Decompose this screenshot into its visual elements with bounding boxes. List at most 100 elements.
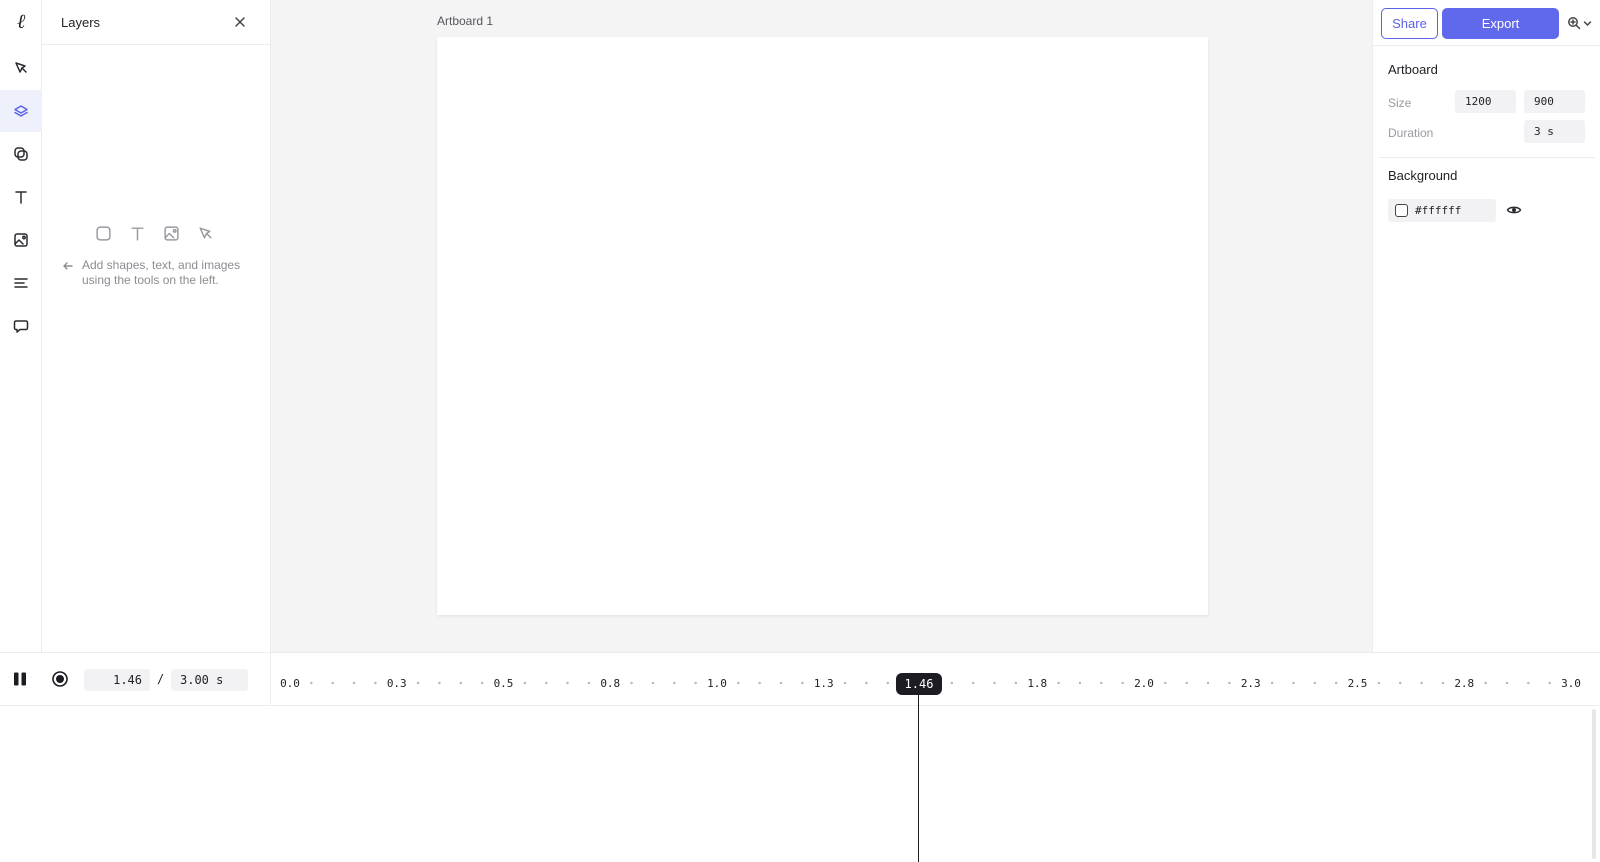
close-icon [235, 17, 245, 27]
layers-panel-header: Layers [42, 0, 271, 45]
zoom-menu-button[interactable] [1567, 14, 1595, 32]
ruler-minor-tick [1484, 681, 1487, 685]
ruler-minor-tick [1313, 681, 1317, 685]
ruler-minor-tick [886, 681, 889, 685]
ruler-minor-tick [1228, 681, 1231, 685]
zoom-in-icon [1568, 17, 1581, 30]
ruler-minor-tick [310, 681, 313, 685]
ruler-tick-label: 1.3 [814, 677, 834, 690]
ruler-minor-tick [843, 681, 847, 685]
ruler-minor-tick [352, 681, 356, 685]
artboard-section-title: Artboard [1388, 62, 1438, 77]
ruler-minor-tick [459, 681, 462, 685]
ruler-minor-tick [1420, 681, 1423, 685]
comment-tool-button[interactable] [0, 305, 42, 347]
ruler-tick-label: 0.5 [494, 677, 514, 690]
align-tool-button[interactable] [0, 262, 42, 304]
timeline: 1.46 / 3.00 s 0.00.30.50.81.01.31.51.82.… [0, 652, 1600, 862]
pause-button[interactable] [12, 671, 28, 687]
ruler-minor-tick [865, 681, 868, 685]
ruler-minor-tick [545, 681, 548, 685]
ruler-minor-tick [1078, 681, 1082, 685]
ruler-minor-tick [737, 681, 740, 685]
ruler-minor-tick [1014, 681, 1018, 685]
record-button[interactable] [51, 670, 69, 688]
artboard[interactable] [437, 37, 1208, 615]
ruler-tick-label: 0.8 [600, 677, 620, 690]
shapes-tool-button[interactable] [0, 133, 42, 175]
ruler-minor-tick [1505, 681, 1509, 685]
image-icon [162, 224, 180, 242]
ruler-minor-tick [694, 681, 697, 685]
arrow-left-icon [62, 259, 74, 271]
ruler-minor-tick [1121, 681, 1124, 685]
ruler-tick-label: 2.0 [1134, 677, 1154, 690]
ruler-minor-tick [758, 681, 761, 685]
app-logo[interactable]: ℓ [0, 6, 42, 36]
text-icon [128, 224, 146, 242]
playback-controls: 1.46 / 3.00 s [0, 653, 271, 706]
ruler-minor-tick [1206, 681, 1210, 685]
ruler-tick-label: 2.3 [1241, 677, 1261, 690]
export-button[interactable]: Export [1442, 8, 1559, 39]
ruler-minor-tick [673, 681, 676, 685]
ruler-tick-label: 1.0 [707, 677, 727, 690]
ruler-minor-tick [587, 681, 591, 685]
duration-field[interactable]: 3 s [1524, 120, 1585, 143]
background-color-swatch[interactable] [1395, 204, 1408, 217]
size-label: Size [1388, 96, 1412, 110]
pen-icon [196, 224, 214, 242]
ruler-minor-tick [972, 681, 975, 685]
ruler-minor-tick [651, 681, 655, 685]
time-separator: / [157, 672, 165, 686]
comment-icon [13, 320, 29, 333]
align-left-icon [14, 278, 28, 288]
ruler-minor-tick [331, 681, 334, 685]
current-time-field[interactable]: 1.46 [84, 669, 150, 691]
ruler-minor-tick [1548, 681, 1551, 685]
playhead-line [918, 695, 919, 862]
ruler-minor-tick [480, 681, 484, 685]
height-field[interactable]: 900 [1524, 90, 1585, 113]
ruler-minor-tick [523, 681, 527, 685]
ruler-minor-tick [438, 681, 441, 685]
rectangle-icon [94, 224, 112, 242]
canvas-stage[interactable]: Artboard 1 [271, 0, 1372, 652]
close-layers-button[interactable] [231, 13, 249, 31]
visibility-toggle[interactable] [1506, 202, 1522, 218]
text-tool-button[interactable] [0, 176, 42, 218]
duration-label: Duration [1388, 126, 1434, 140]
pen-icon [15, 62, 27, 73]
ruler-minor-tick [779, 681, 783, 685]
inspector-panel: Share Export Artboard Size 1200 900 Dura… [1372, 0, 1600, 652]
ruler-tick-label: 1.8 [1027, 677, 1047, 690]
ruler-minor-tick [630, 681, 633, 685]
app-root: ℓ Layers Add shapes, text, and images us… [0, 0, 1600, 862]
share-button[interactable]: Share [1381, 8, 1438, 39]
playhead-handle[interactable]: 1.46 [896, 673, 942, 695]
ruler-minor-tick [1100, 681, 1103, 685]
ruler-tick-label: 0.3 [387, 677, 407, 690]
eye-icon [1506, 206, 1522, 214]
width-field[interactable]: 1200 [1455, 90, 1516, 113]
pen-tool-button[interactable] [0, 47, 42, 89]
ruler-minor-tick [1164, 681, 1167, 685]
ruler-minor-tick [1334, 681, 1338, 685]
artboard-label[interactable]: Artboard 1 [437, 14, 493, 28]
layers-icon [14, 105, 28, 117]
empty-layers-hint: Add shapes, text, and images using the t… [82, 258, 241, 287]
ruler-minor-tick [1057, 681, 1060, 685]
record-icon [52, 671, 68, 687]
ruler-minor-tick [1527, 681, 1530, 685]
ruler-minor-tick [1270, 681, 1274, 685]
pause-icon [14, 672, 26, 686]
ruler-minor-tick [1399, 681, 1402, 685]
total-time-field[interactable]: 3.00 s [171, 669, 248, 691]
layers-tool-button[interactable] [0, 90, 42, 132]
layers-panel: Layers Add shapes, text, and images usin… [42, 0, 271, 652]
ruler-minor-tick [374, 681, 377, 685]
timeline-scrollbar[interactable] [1592, 709, 1596, 859]
ruler-tick-label: 3.0 [1561, 677, 1581, 690]
image-tool-button[interactable] [0, 219, 42, 261]
inspector-toolbar: Share Export [1373, 0, 1600, 46]
